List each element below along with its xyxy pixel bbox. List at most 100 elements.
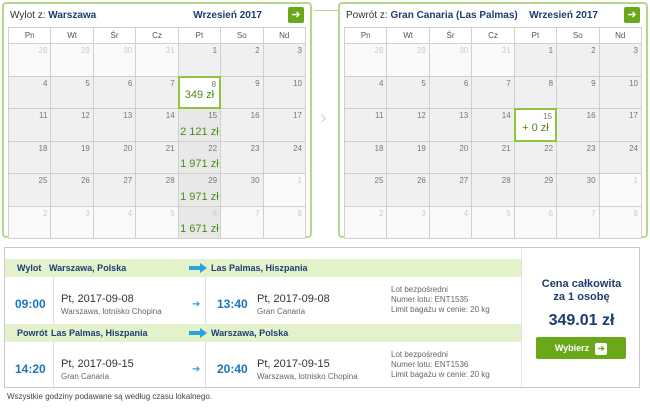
calendar-day: 27	[92, 173, 137, 207]
day-number: 17	[629, 111, 638, 120]
total-price-label-line1: Cena całkowita	[541, 278, 622, 290]
day-number: 16	[586, 111, 596, 120]
weekday-label: Wt	[50, 27, 94, 44]
outbound-calendar-title: Wylot z: Warszawa	[10, 10, 96, 21]
calendar-day[interactable]: 15 + 0 zł	[513, 108, 558, 142]
price-panel: Cena całkowita za 1 osobę 349.01 zł Wybi…	[521, 248, 641, 387]
select-button[interactable]: Wybierz ➔	[536, 337, 626, 359]
outbound-baggage-limit: Limit bagażu w cenie: 20 kg	[391, 305, 490, 314]
calendar-day: 7	[220, 205, 264, 239]
weekday-label: Cz	[135, 27, 179, 44]
calendar-day[interactable]: 29 1 971 zł	[177, 173, 222, 207]
day-number: 31	[165, 46, 175, 55]
calendar-day: 29	[513, 173, 558, 207]
calendar-day[interactable]: 8 349 zł	[177, 75, 222, 109]
calendar-day[interactable]: 22 1 971 zł	[177, 140, 222, 174]
day-number: 28	[374, 46, 384, 55]
day-price: 2 121 zł	[180, 125, 219, 138]
outbound-times: 09:00 Pt, 2017-09-08 Warszawa, lotnisko …	[5, 277, 521, 325]
calendar-day: 1	[177, 43, 222, 77]
outbound-departure-time: 09:00	[15, 297, 46, 311]
outbound-title-prefix: Wylot z:	[10, 10, 46, 21]
day-number: 28	[501, 176, 511, 185]
day-number: 17	[293, 111, 302, 120]
day-number: 28	[38, 46, 48, 55]
calendar-day: 8	[513, 75, 558, 109]
calendar-day: 18	[343, 140, 388, 174]
outbound-departure-place: Warszawa, lotnisko Chopina	[61, 307, 162, 316]
next-month-button[interactable]: ➜	[288, 7, 304, 23]
day-number: 3	[85, 208, 90, 218]
calendar-day: 21	[135, 140, 179, 174]
calendar-day: 6	[513, 205, 558, 239]
day-number: 6	[212, 208, 218, 218]
outbound-arrival-place: Gran Canaria	[257, 307, 306, 316]
arrow-right-icon: ➔	[595, 342, 608, 355]
return-direct-label: Lot bezpośredni	[391, 350, 448, 359]
calendar-day: 2	[343, 205, 388, 239]
calendar-day: 7	[556, 205, 600, 239]
outbound-calendar-header: Wylot z: Warszawa Wrzesień 2017 ➜	[8, 7, 306, 25]
day-number: 26	[416, 176, 426, 185]
calendar-day: 26	[386, 173, 430, 207]
day-number: 19	[416, 143, 426, 153]
weekday-label: So	[556, 27, 600, 44]
day-number: 7	[255, 208, 260, 218]
divider	[205, 342, 206, 390]
return-arrival-time: 20:40	[217, 362, 248, 376]
day-number: 4	[42, 78, 48, 88]
arrow-right-icon: ➜	[627, 9, 637, 21]
calendar-week-row: 25 26 27 28 29 1 971 zł 30 1	[7, 173, 307, 207]
calendar-day: 9	[556, 75, 600, 109]
calendar-day: 3	[262, 43, 307, 77]
day-number: 6	[127, 78, 133, 88]
return-from: Las Palmas, Hiszpania	[51, 328, 148, 338]
outbound-calendar-grid: Pn Wt Śr Cz Pt So Nd 28 29 30 31 1 2 3 4 5 6 7 8 349 zł 9 10 1…	[7, 27, 307, 239]
selected-day-highlight[interactable]: 8 349 zł	[177, 75, 222, 109]
calendar-day: 13	[92, 108, 137, 142]
day-number: 1	[297, 176, 302, 185]
calendar-day: 2	[556, 43, 600, 77]
calendar-day: 23	[556, 140, 600, 174]
day-number: 19	[80, 143, 90, 153]
calendar-day: 24	[262, 140, 307, 174]
calendar-day: 5	[135, 205, 179, 239]
arrow-right-icon: ➔	[192, 364, 201, 375]
day-number: 29	[80, 46, 90, 55]
calendar-day: 6	[428, 75, 473, 109]
outbound-departure-date: Pt, 2017-09-08	[61, 293, 134, 305]
calendar-week-row: 4 5 6 7 8 9 10	[343, 75, 643, 109]
day-number: 4	[463, 208, 469, 218]
selected-day-highlight[interactable]: 15 + 0 zł	[513, 108, 558, 142]
return-baggage-limit: Limit bagażu w cenie: 20 kg	[391, 370, 490, 379]
day-price: 1 671 zł	[180, 223, 219, 235]
day-number: 21	[165, 143, 175, 153]
calendar-day: 2	[220, 43, 264, 77]
day-number: 5	[170, 208, 175, 218]
day-number: 20	[459, 143, 469, 153]
calendar-day: 23	[220, 140, 264, 174]
calendar-day[interactable]: 15 2 121 zł	[177, 108, 222, 142]
calendar-day: 30	[220, 173, 264, 207]
day-number: 2	[42, 208, 48, 218]
day-number: 2	[255, 46, 260, 55]
calendar-day: 8	[262, 205, 307, 239]
calendar-day[interactable]: 6 1 671 zł	[177, 205, 222, 239]
outbound-month-label: Wrzesień 2017	[193, 10, 262, 21]
day-number: 13	[123, 111, 133, 120]
day-number: 10	[629, 78, 638, 88]
outbound-from: Warszawa, Polska	[49, 263, 127, 273]
calendar-week-row: 28 29 30 31 1 2 3	[343, 43, 643, 77]
weekday-label: Nd	[598, 27, 643, 44]
next-month-button[interactable]: ➜	[624, 7, 640, 23]
day-number: 30	[123, 46, 133, 55]
weekday-label: Pn	[343, 27, 388, 44]
day-number: 8	[211, 79, 217, 89]
calendar-day: 16	[220, 108, 264, 142]
return-calendar-header: Powrót z: Gran Canaria (Las Palmas) Wrze…	[344, 7, 642, 25]
day-number: 27	[123, 176, 133, 185]
day-number: 25	[374, 176, 384, 185]
day-number: 8	[633, 208, 638, 218]
calendar-day: 29	[50, 43, 94, 77]
calendar-day: 4	[7, 75, 52, 109]
